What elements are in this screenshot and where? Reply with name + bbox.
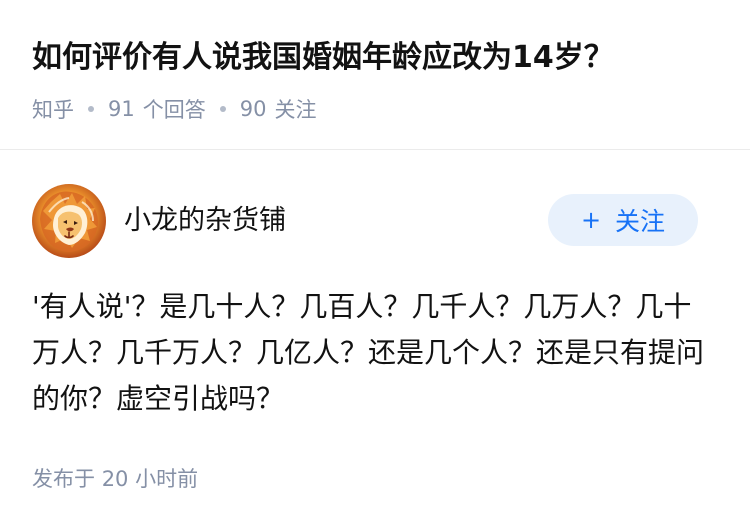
source-label[interactable]: 知乎	[32, 94, 74, 124]
question-header: 如何评价有人说我国婚姻年龄应改为14岁？ 知乎 91 个回答 90 关注	[0, 0, 750, 150]
plus-icon: +	[580, 206, 602, 234]
answer-count[interactable]: 91	[108, 97, 135, 121]
question-meta: 知乎 91 个回答 90 关注	[32, 92, 316, 126]
follower-count[interactable]: 90	[240, 97, 267, 121]
author-avatar[interactable]	[32, 184, 106, 258]
author-name[interactable]: 小龙的杂货铺	[124, 204, 286, 238]
follow-button[interactable]: + 关注	[548, 194, 698, 246]
answer-content[interactable]: '有人说'？是几十人？几百人？几千人？几万人？几十万人？几千万人？几亿人？还是几…	[32, 284, 718, 422]
meta-separator-dot	[88, 106, 94, 112]
answer-count-label[interactable]: 个回答	[143, 94, 206, 124]
follower-count-label[interactable]: 关注	[274, 94, 316, 124]
question-title[interactable]: 如何评价有人说我国婚姻年龄应改为14岁？	[32, 36, 722, 80]
answer-author: 小龙的杂货铺 + 关注	[32, 184, 718, 260]
follow-button-label: 关注	[615, 207, 666, 236]
published-time: 20 小时前	[101, 467, 199, 491]
published-label: 发布于	[32, 467, 95, 491]
lion-avatar-icon	[40, 191, 99, 252]
meta-separator-dot	[219, 106, 226, 112]
answer-published-time: 发布于 20 小时前	[32, 462, 198, 496]
